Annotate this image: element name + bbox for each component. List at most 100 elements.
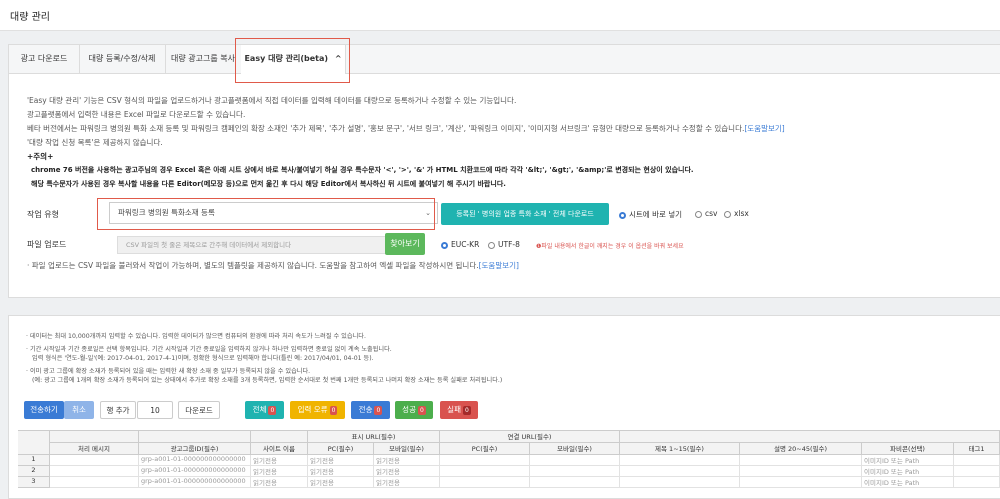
filter-input-error-count: 0 <box>329 406 338 415</box>
table-cell[interactable] <box>740 477 862 488</box>
add-row-button[interactable]: 행 추가 <box>100 401 136 419</box>
group-header-blank <box>50 431 139 443</box>
filter-all-count: 0 <box>268 406 277 415</box>
table-cell[interactable]: 읽기전용 <box>251 466 308 477</box>
table-cell[interactable] <box>530 455 620 466</box>
filter-all-button[interactable]: 전체 0 <box>245 401 284 419</box>
table-cell[interactable]: 읽기전용 <box>374 477 440 488</box>
encoding-utf8[interactable]: UTF-8 <box>488 240 520 249</box>
top-bar: 대량 관리 <box>0 0 1000 31</box>
filter-send-count: 0 <box>374 406 383 415</box>
table-cell[interactable]: 읽기전용 <box>308 477 374 488</box>
row-count-input[interactable]: 10 <box>137 401 173 419</box>
table-cell[interactable] <box>954 466 1000 477</box>
option-xlsx-label: xlsx <box>734 209 749 218</box>
data-sheet[interactable]: 표시 URL(필수) 연결 URL(필수) 처리 메시지 광고그룹ID(필수) … <box>18 430 1000 498</box>
radio-on-icon <box>619 211 626 219</box>
description-line-3-text: 베타 버전에서는 파워링크 병의원 특화 소재 등록 및 파워링크 캠페인의 확… <box>27 124 745 133</box>
highlight-box-tab <box>235 38 350 83</box>
tab-bulk-register[interactable]: 대량 등록/수정/삭제 <box>79 45 166 73</box>
upload-note-text: 파일 업로드는 CSV 파일을 불러와서 작업이 가능하며, 별도의 템플릿을 … <box>31 261 479 270</box>
header-display-mobile[interactable]: 모바일(필수) <box>374 443 440 455</box>
header-title[interactable]: 제목 1~15(필수) <box>620 443 740 455</box>
table-cell[interactable]: grp-a001-01-000000000000000 <box>139 477 251 488</box>
table-cell[interactable] <box>954 477 1000 488</box>
filter-success-button[interactable]: 성공 0 <box>395 401 433 419</box>
row-number[interactable]: 2 <box>18 466 50 477</box>
table-cell[interactable]: 이미지ID 또는 Path <box>862 477 954 488</box>
table-cell[interactable] <box>50 455 139 466</box>
group-header-blank <box>251 431 308 443</box>
browse-button[interactable]: 찾아보기 <box>385 233 425 255</box>
send-button[interactable]: 전송하기 <box>24 401 64 419</box>
filter-input-error-button[interactable]: 입력 오류 0 <box>290 401 345 419</box>
row-number[interactable]: 3 <box>18 477 50 488</box>
table-cell[interactable] <box>440 477 530 488</box>
description-line-1: 'Easy 대량 관리' 기능은 CSV 형식의 파일을 업로드하거나 광고플랫… <box>27 96 517 105</box>
header-description[interactable]: 설명 20~45(필수) <box>740 443 862 455</box>
table-cell[interactable] <box>530 466 620 477</box>
table-cell[interactable]: 읽기전용 <box>374 466 440 477</box>
sheet-note-4: · 이미 광고 그룹에 확장 소재가 등록되어 있을 때는 입력한 새 확장 소… <box>26 366 310 375</box>
sheet-note-1: · 데이터는 최대 10,000개까지 입력할 수 있습니다. 입력한 데이터가… <box>26 331 366 340</box>
header-message[interactable]: 처리 메시지 <box>50 443 139 455</box>
table-cell[interactable] <box>740 455 862 466</box>
radio-on-icon <box>441 241 448 249</box>
table-cell[interactable]: 이미지ID 또는 Path <box>862 455 954 466</box>
table-cell[interactable]: 읽기전용 <box>251 477 308 488</box>
table-cell[interactable] <box>620 455 740 466</box>
table-cell[interactable] <box>620 477 740 488</box>
caution-line-2: 해당 특수문자가 사용된 경우 복사할 내용을 다른 Editor(메모장 등)… <box>31 180 506 188</box>
table-cell[interactable] <box>50 477 139 488</box>
option-xlsx[interactable]: xlsx <box>724 209 749 218</box>
work-type-label: 작업 유형 <box>27 210 59 219</box>
table-cell[interactable] <box>620 466 740 477</box>
encoding-euckr-label: EUC-KR <box>451 240 480 249</box>
table-cell[interactable]: grp-a001-01-000000000000000 <box>139 455 251 466</box>
table-cell[interactable] <box>50 466 139 477</box>
row-number[interactable]: 1 <box>18 455 50 466</box>
upload-help-link[interactable]: [도움말보기] <box>479 261 519 270</box>
table-cell[interactable]: 읽기전용 <box>374 455 440 466</box>
table-cell[interactable]: 읽기전용 <box>251 455 308 466</box>
cancel-button[interactable]: 취소 <box>64 401 94 419</box>
file-path-input[interactable]: CSV 파일의 첫 줄은 제목으로 간주해 데이터에서 제외합니다 <box>117 236 389 254</box>
download-button[interactable]: 다운로드 <box>178 401 220 419</box>
option-sheet[interactable]: 시트에 바로 넣기 <box>619 209 682 220</box>
header-link-pc[interactable]: PC(필수) <box>440 443 530 455</box>
header-site-name[interactable]: 사이트 이름 <box>251 443 308 455</box>
header-favicon[interactable]: 파비콘(선택) <box>862 443 954 455</box>
tab-ad-download[interactable]: 광고 다운로드 <box>9 45 80 73</box>
radio-off-icon <box>488 241 495 249</box>
table-cell[interactable]: 이미지ID 또는 Path <box>862 466 954 477</box>
file-upload-label: 파일 업로드 <box>27 240 67 249</box>
filter-send-button[interactable]: 전송 0 <box>351 401 390 419</box>
corner-cell <box>18 431 50 455</box>
encoding-euckr[interactable]: EUC-KR <box>441 240 479 249</box>
tab-bar: 광고 다운로드 대량 등록/수정/삭제 대량 광고그룹 복사 Easy 대량 관… <box>9 45 1000 74</box>
table-cell[interactable] <box>740 466 862 477</box>
download-all-button[interactable]: 등록된 ' 병의원 업종 특화 소재 ' 전체 다운로드 <box>441 203 609 225</box>
encoding-warning: ❶파일 내용에서 한글이 깨지는 경우 이 옵션을 바꿔 보세요 <box>536 243 684 250</box>
filter-failure-button[interactable]: 실패 0 <box>440 401 478 419</box>
tab-bulk-adgroup-copy[interactable]: 대량 광고그룹 복사 <box>165 45 242 73</box>
header-adgroup-id[interactable]: 광고그룹ID(필수) <box>139 443 251 455</box>
option-csv-label: csv <box>705 209 718 218</box>
table-cell[interactable] <box>440 466 530 477</box>
header-display-pc[interactable]: PC(필수) <box>308 443 374 455</box>
table-cell[interactable]: 읽기전용 <box>308 466 374 477</box>
table-cell[interactable] <box>440 455 530 466</box>
filter-success-label: 성공 <box>402 405 416 414</box>
header-tag1[interactable]: 태그1 <box>954 443 1000 455</box>
highlight-box-select <box>97 198 435 230</box>
filter-send-label: 전송 <box>358 405 373 414</box>
table-cell[interactable] <box>530 477 620 488</box>
help-link[interactable]: [도움말보기] <box>744 124 784 133</box>
table-cell[interactable]: grp-a001-01-000000000000000 <box>139 466 251 477</box>
header-link-mobile[interactable]: 모바일(필수) <box>530 443 620 455</box>
option-csv[interactable]: csv <box>695 209 717 218</box>
table-cell[interactable] <box>954 455 1000 466</box>
group-header-display-url: 표시 URL(필수) <box>308 431 440 443</box>
filter-input-error-label: 입력 오류 <box>297 405 328 414</box>
table-cell[interactable]: 읽기전용 <box>308 455 374 466</box>
